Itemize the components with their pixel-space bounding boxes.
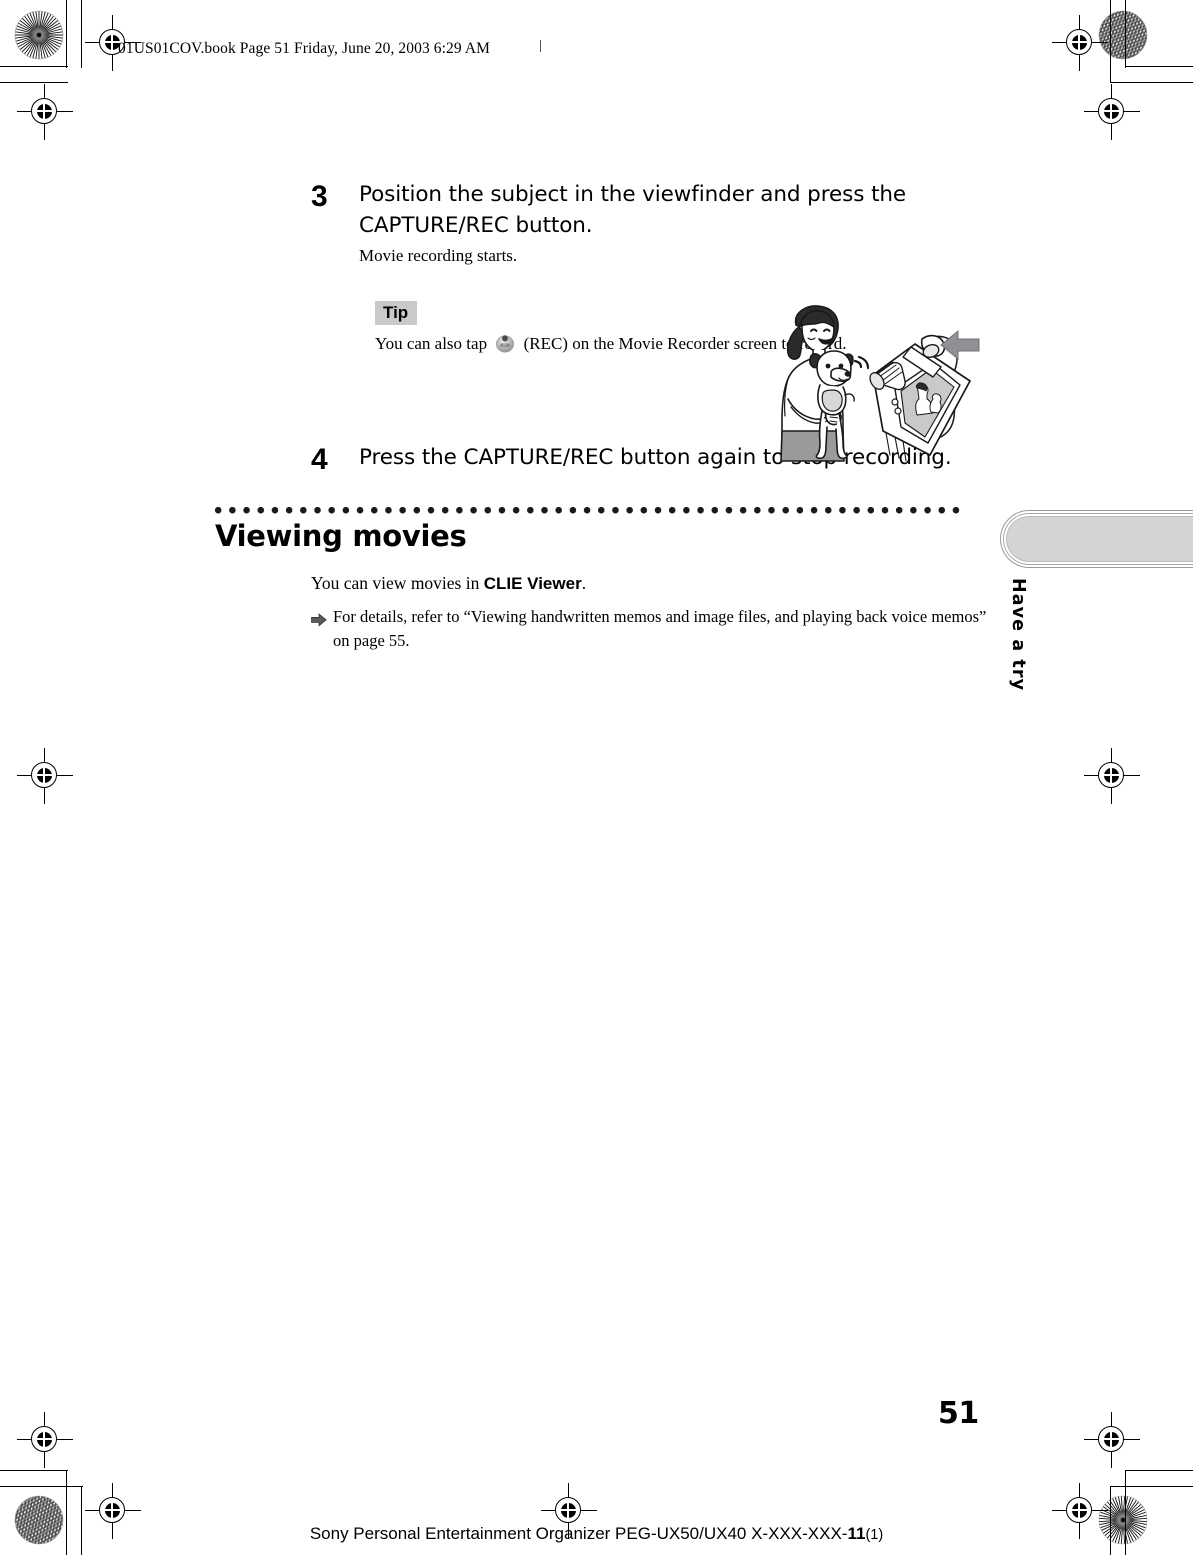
footer-suffix: (1) bbox=[865, 1527, 884, 1543]
registration-target-icon bbox=[17, 84, 73, 140]
registration-target-icon bbox=[17, 748, 73, 804]
registration-target-icon bbox=[1084, 84, 1140, 140]
section-dotted-rule bbox=[215, 507, 965, 515]
trim-corner-mark bbox=[1125, 0, 1127, 68]
trim-corner-mark bbox=[0, 82, 68, 84]
trim-corner-mark bbox=[66, 0, 68, 68]
page-number: 51 bbox=[938, 1396, 979, 1431]
thumb-tab-fill bbox=[1006, 516, 1193, 562]
clie-viewer-app-name: CLIE Viewer bbox=[483, 574, 582, 594]
side-thumb-tab bbox=[1000, 510, 1193, 568]
step-item-3: 3 Position the subject in the viewfinder… bbox=[215, 180, 975, 269]
registration-target-icon bbox=[1052, 15, 1108, 71]
step-subtext: Movie recording starts. bbox=[359, 246, 518, 266]
registration-target-icon bbox=[1084, 748, 1140, 804]
trim-corner-mark bbox=[1125, 66, 1193, 68]
print-rosette-icon bbox=[14, 10, 64, 60]
trim-corner-mark bbox=[0, 1470, 68, 1472]
trim-corner-mark bbox=[81, 0, 83, 68]
right-arrow-icon bbox=[311, 610, 327, 627]
tip-label: Tip bbox=[375, 300, 418, 326]
rec-button-icon: REC bbox=[494, 332, 516, 354]
section-viewing-movies: Viewing movies You can view movies in CL… bbox=[215, 507, 986, 654]
file-slug-line: 01US01COV.book Page 51 Friday, June 20, … bbox=[118, 40, 491, 57]
tip-text-before: You can also tap bbox=[375, 334, 488, 354]
trim-corner-mark bbox=[0, 66, 68, 68]
trim-corner-mark bbox=[1110, 1486, 1112, 1555]
section-paragraph-lead: You can view movies in bbox=[311, 573, 484, 594]
cross-reference: For details, refer to “Viewing handwritt… bbox=[311, 605, 993, 654]
footer-product-line: Sony Personal Entertainment Organizer PE… bbox=[309, 1524, 848, 1543]
svg-text:REC: REC bbox=[503, 343, 509, 347]
trim-centre-tick bbox=[540, 40, 542, 52]
cross-reference-text: For details, refer to “Viewing handwritt… bbox=[333, 606, 987, 651]
footer: Sony Personal Entertainment Organizer PE… bbox=[0, 1524, 1193, 1544]
footer-revision: 11 bbox=[847, 1524, 866, 1543]
section-title: Viewing movies bbox=[215, 519, 467, 554]
step-title: Position the subject in the viewfinder a… bbox=[359, 182, 907, 238]
trim-corner-mark bbox=[0, 1486, 83, 1488]
trim-corner-mark bbox=[1125, 1470, 1193, 1472]
trim-corner-mark bbox=[1110, 1486, 1193, 1488]
woman-holding-dog-with-clie-camera-illustration bbox=[755, 303, 980, 481]
section-paragraph-tail: . bbox=[581, 573, 587, 594]
registration-target-icon bbox=[1084, 1412, 1140, 1468]
step-number: 3 bbox=[311, 180, 328, 213]
step-number: 4 bbox=[311, 442, 328, 476]
side-tab-label: Have a try bbox=[1008, 578, 1028, 692]
trim-corner-mark bbox=[1110, 0, 1112, 83]
section-paragraph: You can view movies in CLIE Viewer. bbox=[311, 570, 975, 597]
registration-target-icon bbox=[17, 1412, 73, 1468]
trim-corner-mark bbox=[1110, 82, 1193, 84]
trim-corner-mark bbox=[81, 1486, 83, 1555]
